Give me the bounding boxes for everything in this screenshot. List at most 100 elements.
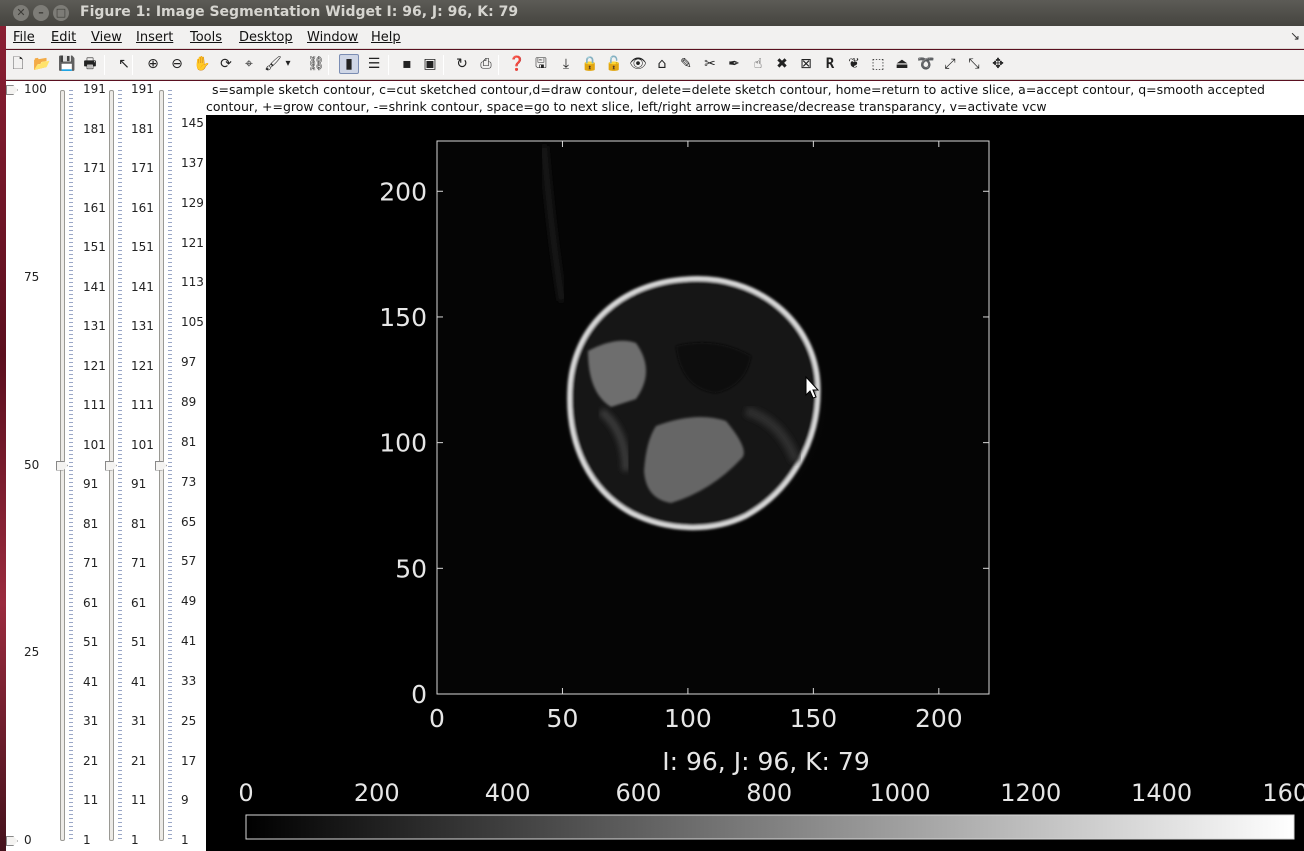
slider-label: 191 (131, 82, 154, 96)
colorbar-tick-label: 400 (485, 779, 531, 807)
slider-thumb-2[interactable] (105, 460, 117, 471)
export-icon[interactable]: ⊠ (796, 54, 816, 74)
slider-label: 1 (131, 833, 139, 847)
colorbar-tick-label: 160 (1262, 779, 1304, 807)
slider-label: 161 (131, 200, 154, 215)
leaf-icon[interactable]: ❦ (844, 54, 864, 74)
slider-label: 111 (83, 398, 106, 413)
download-icon[interactable]: ⤓ (556, 54, 576, 74)
slider-label: 100 (24, 82, 47, 96)
scissors-icon[interactable]: ✂ (700, 54, 720, 74)
slider-label: 51 (131, 635, 147, 650)
slider-label: 89 (181, 394, 197, 409)
brush-icon[interactable]: 🖌 (263, 54, 283, 74)
colorbar-tick-label: 200 (354, 779, 400, 807)
slider-label: 73 (181, 474, 197, 489)
slider-label: 81 (83, 516, 99, 531)
slider-label: 101 (83, 437, 106, 452)
menu-insert[interactable]: Insert (136, 30, 173, 45)
menu-tools[interactable]: Tools (190, 30, 222, 45)
slider-label: 51 (83, 635, 99, 650)
zoom-in-icon[interactable]: ⊕ (143, 54, 163, 74)
insert-legend-icon[interactable]: ☰ (364, 54, 384, 74)
menu-file[interactable]: File (13, 30, 35, 45)
new-figure-icon[interactable]: 🗋 (8, 54, 28, 74)
toolbar-separator (443, 55, 444, 75)
zoom-out-icon[interactable]: ⊖ (167, 54, 187, 74)
slider-label: 61 (83, 595, 99, 610)
expand-icon[interactable]: ⤢ (940, 54, 960, 74)
lasso-icon[interactable]: ➰ (916, 54, 936, 74)
eye-icon[interactable]: 👁 (628, 54, 648, 74)
insert-colorbar-icon[interactable]: ▮ (339, 54, 359, 74)
pan-hand-icon[interactable]: ✋ (192, 54, 212, 74)
brush-dropdown-icon[interactable]: ▾ (283, 54, 293, 74)
link-plot-icon[interactable]: ⛓ (306, 54, 326, 74)
refresh-icon[interactable]: ↻ (452, 54, 472, 74)
maximize-window-button[interactable]: □ (53, 5, 69, 21)
title-bar: ✕ – □ Figure 1: Image Segmentation Widge… (0, 0, 1304, 26)
slider-label: 57 (181, 554, 197, 569)
save-figure-icon[interactable]: 💾 (57, 54, 77, 74)
slider-label: 9 (181, 793, 189, 808)
menu-window[interactable]: Window (307, 30, 358, 45)
menu-edit[interactable]: Edit (51, 30, 76, 45)
hide-plot-tools-icon[interactable]: ▪ (397, 54, 417, 74)
minimize-window-button[interactable]: – (33, 5, 49, 21)
colorbar[interactable] (245, 814, 1295, 840)
eyedropper-icon[interactable]: ✎ (676, 54, 696, 74)
slider-ticks-2 (118, 90, 122, 841)
dock-figure-arrow-icon[interactable]: ↘ (1290, 29, 1300, 43)
slider-label: 1 (83, 833, 91, 847)
menu-help[interactable]: Help (371, 30, 401, 45)
slider-bottom-thumb[interactable] (6, 836, 18, 846)
select-region-icon[interactable]: ⬚ (868, 54, 888, 74)
edit-plot-arrow-icon[interactable]: ↖ (114, 54, 134, 74)
slider-label: 21 (131, 753, 147, 768)
print-figure-icon[interactable]: 🖶 (80, 54, 100, 74)
slider-label: 145 (181, 116, 204, 130)
shrink-icon[interactable]: ⤡ (964, 54, 984, 74)
menu-view[interactable]: View (91, 30, 122, 45)
slider-label: 25 (24, 645, 40, 660)
slider-label: 91 (83, 477, 99, 492)
colorbar-tick-label: 600 (615, 779, 661, 807)
slider-label: 41 (131, 674, 147, 689)
slice-sliders-panel: 100 75 50 25 0 191 181 171 161 151 141 131 121 111 101… (6, 81, 206, 851)
slider-top-thumb[interactable] (6, 85, 18, 95)
pen-icon[interactable]: ✒ (724, 54, 744, 74)
slider-label: 61 (131, 595, 147, 610)
hand-pointer-icon[interactable]: ☝ (748, 54, 768, 74)
help-icon[interactable]: ❓ (507, 54, 527, 74)
open-file-icon[interactable]: 📂 (32, 54, 52, 74)
figure-canvas[interactable]: s=sample sketch contour, c=cut sketched … (206, 81, 1304, 851)
slider-label: 105 (181, 315, 204, 330)
slider-label: 121 (181, 235, 204, 250)
move-icon[interactable]: ✥ (988, 54, 1008, 74)
iron-icon[interactable]: ⏏ (892, 54, 912, 74)
slider-thumb-3[interactable] (155, 460, 167, 471)
slider-label: 141 (83, 279, 106, 294)
show-plot-tools-icon[interactable]: ▣ (420, 54, 440, 74)
slider-label: 41 (83, 674, 99, 689)
delete-x-icon[interactable]: ✖ (772, 54, 792, 74)
menu-desktop[interactable]: Desktop (239, 30, 293, 45)
slider-label: 33 (181, 673, 197, 688)
colorbar-tick-label: 1000 (869, 779, 930, 807)
x-tick-label: 100 (664, 704, 712, 733)
printer-icon[interactable]: ⎙ (476, 54, 496, 74)
rotate-3d-icon[interactable]: ⟳ (216, 54, 236, 74)
x-tick-label: 0 (429, 704, 445, 733)
unlock-icon[interactable]: 🔓 (604, 54, 624, 74)
colorbar-tick-label: 0 (238, 779, 253, 807)
r-icon[interactable]: R (820, 54, 840, 74)
close-window-button[interactable]: ✕ (13, 5, 29, 21)
slider-label: 141 (131, 279, 154, 294)
lock-icon[interactable]: 🔒 (580, 54, 600, 74)
plot-svg[interactable]: 0 50 100 150 200 200 150 100 50 0 I: 96, J: 96, … (206, 81, 1304, 851)
slider-thumb-1[interactable] (56, 460, 68, 471)
home-icon[interactable]: ⌂ (652, 54, 672, 74)
data-cursor-icon[interactable]: ⌖ (239, 54, 259, 74)
slider-label: 151 (83, 240, 106, 255)
save-icon[interactable]: 🖫 (531, 54, 551, 74)
